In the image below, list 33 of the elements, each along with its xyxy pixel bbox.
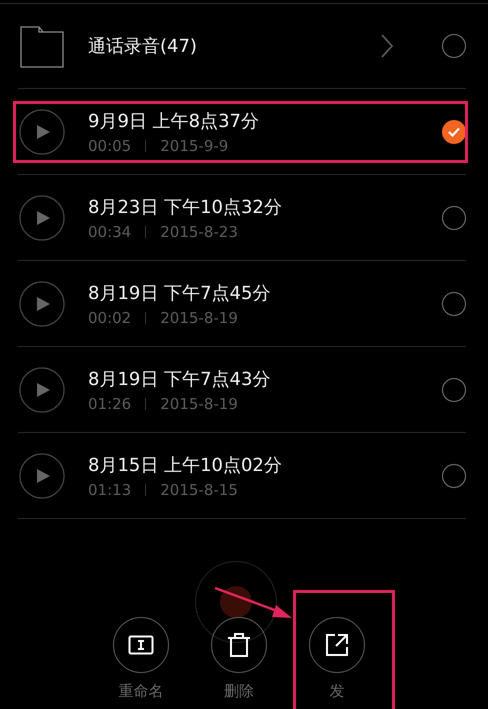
- recording-duration: 01:13: [88, 480, 132, 498]
- play-icon[interactable]: [19, 366, 65, 412]
- select-checkbox[interactable]: [442, 206, 466, 230]
- play-icon[interactable]: [19, 280, 65, 326]
- recording-duration: 01:26: [88, 394, 132, 412]
- text-field-icon: [128, 635, 154, 655]
- recording-title: 8月19日 下午7点43分: [88, 368, 272, 390]
- recording-title: 9月9日 上午8点37分: [88, 110, 260, 132]
- folder-name[interactable]: 通话录音(47): [88, 34, 380, 58]
- recording-title: 8月23日 下午10点32分: [88, 196, 283, 218]
- recording-title: 8月19日 下午7点45分: [88, 282, 272, 304]
- recording-duration: 00:02: [88, 308, 132, 326]
- recording-date: 2015-9-9: [160, 136, 228, 154]
- share-icon: [325, 633, 349, 657]
- play-icon[interactable]: [19, 452, 65, 498]
- play-icon[interactable]: [19, 194, 65, 240]
- chevron-right-icon[interactable]: [380, 33, 394, 59]
- select-checkbox[interactable]: [442, 34, 466, 58]
- play-icon[interactable]: [19, 108, 65, 154]
- check-icon: [448, 126, 460, 136]
- recording-date: 2015-8-19: [160, 394, 238, 412]
- recording-duration: 00:05: [88, 136, 132, 154]
- select-checkbox[interactable]: [442, 292, 466, 316]
- recording-date: 2015-8-23: [160, 222, 238, 240]
- recording-date: 2015-8-15: [160, 480, 238, 498]
- recording-title: 8月15日 上午10点02分: [88, 454, 283, 476]
- recording-date: 2015-8-19: [160, 308, 238, 326]
- select-checkbox[interactable]: [442, 378, 466, 402]
- select-checkbox[interactable]: [442, 120, 466, 144]
- select-checkbox[interactable]: [442, 464, 466, 488]
- record-button[interactable]: [195, 561, 277, 643]
- recording-duration: 00:34: [88, 222, 132, 240]
- trash-icon: [227, 632, 251, 658]
